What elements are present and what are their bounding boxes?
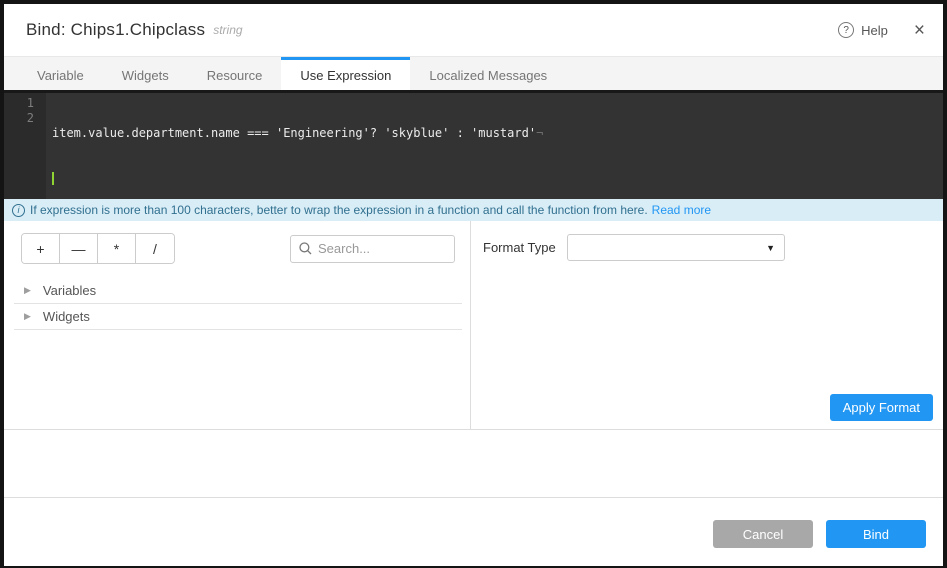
info-message: If expression is more than 100 character… [30,203,648,217]
property-type-label: string [213,23,242,37]
tab-bar: Variable Widgets Resource Use Expression… [4,57,943,90]
line-number: 2 [4,111,34,126]
apply-format-button[interactable]: Apply Format [830,394,933,421]
chevron-right-icon[interactable]: ▶ [24,285,31,296]
editor-code-area[interactable]: item.value.department.name === 'Engineer… [46,93,943,199]
close-icon[interactable]: × [914,21,925,40]
tree-item-label: Variables [43,283,96,298]
empty-area [4,430,943,497]
help-label: Help [861,23,888,38]
chevron-down-icon: ▼ [766,243,775,253]
expression-helpers-panel: + — * / ▶ Variables [4,221,471,429]
code-line-1: item.value.department.name === 'Engineer… [52,126,943,141]
help-icon: ? [838,22,854,38]
format-type-label: Format Type [483,240,567,255]
format-panel: Format Type ▼ Apply Format [471,221,943,429]
binding-source-tree: ▶ Variables ▶ Widgets [4,278,470,330]
tab-use-expression[interactable]: Use Expression [281,57,410,90]
editor-gutter: 1 2 [4,93,46,199]
line-number: 1 [4,96,34,111]
info-icon: i [12,204,25,217]
code-line-2 [52,171,943,186]
operator-toolbar: + — * / [4,233,470,264]
chevron-right-icon[interactable]: ▶ [24,311,31,322]
format-type-select[interactable]: ▼ [567,234,785,261]
operator-button-group: + — * / [21,233,175,264]
tree-item-label: Widgets [43,309,90,324]
tree-item-variables[interactable]: ▶ Variables [14,278,462,304]
panels-section: + — * / ▶ Variables [4,221,943,430]
help-button[interactable]: ? Help [838,22,888,38]
dialog-title: Bind: Chips1.Chipclass [26,20,205,40]
dialog-header: Bind: Chips1.Chipclass string ? Help × [4,4,943,57]
bind-dialog: Bind: Chips1.Chipclass string ? Help × V… [4,4,943,566]
eol-mark: ¬ [536,126,543,140]
tab-resource[interactable]: Resource [188,57,282,90]
bind-button[interactable]: Bind [826,520,926,548]
expression-editor[interactable]: 1 2 item.value.department.name === 'Engi… [4,90,943,199]
plus-operator-button[interactable]: + [22,234,60,263]
multiply-operator-button[interactable]: * [98,234,136,263]
dialog-footer: Cancel Bind [4,497,943,566]
info-bar: i If expression is more than 100 charact… [4,199,943,221]
search-icon [299,242,312,255]
tab-localized-messages[interactable]: Localized Messages [410,57,566,90]
tree-item-widgets[interactable]: ▶ Widgets [14,304,462,330]
tab-variable[interactable]: Variable [18,57,103,90]
divide-operator-button[interactable]: / [136,234,174,263]
format-type-row: Format Type ▼ [471,234,943,261]
tab-widgets[interactable]: Widgets [103,57,188,90]
cancel-button[interactable]: Cancel [713,520,813,548]
minus-operator-button[interactable]: — [60,234,98,263]
search-input[interactable] [318,241,446,256]
text-cursor [52,172,54,185]
search-box [290,235,455,263]
read-more-link[interactable]: Read more [652,203,711,217]
